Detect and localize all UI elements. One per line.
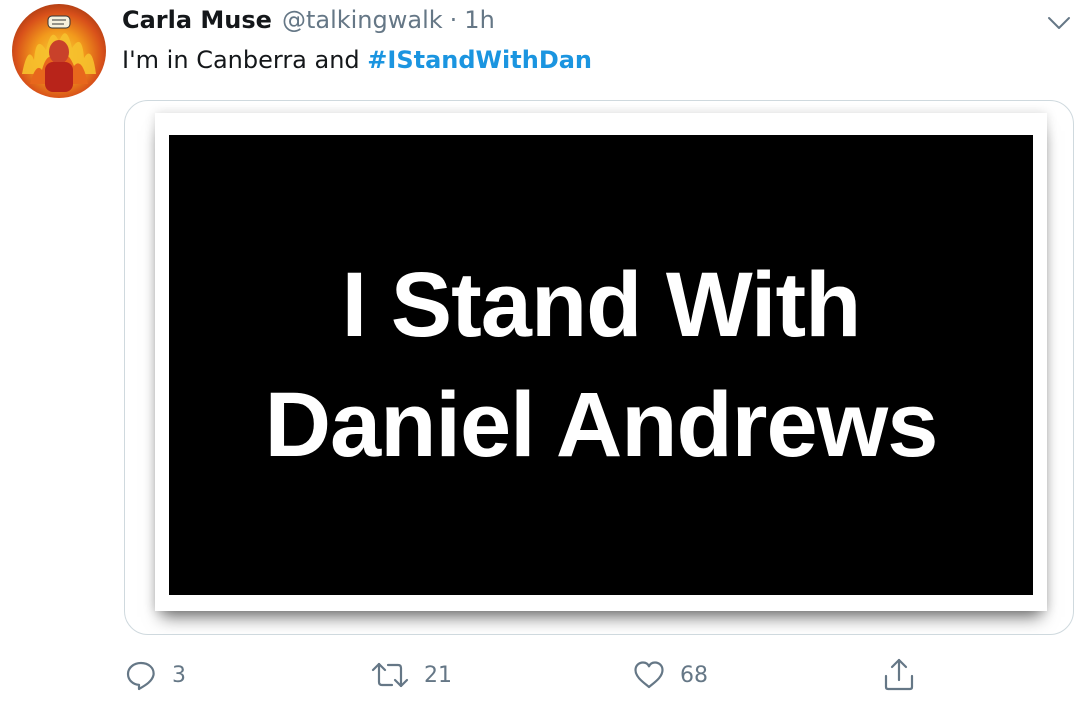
like-count: 68 (680, 662, 708, 688)
sign-text-line-2: Daniel Andrews (264, 374, 939, 476)
reply-button[interactable]: 3 (124, 652, 186, 698)
photo-frame: I Stand With Daniel Andrews (155, 113, 1047, 611)
reply-count: 3 (172, 662, 186, 688)
sign-image: I Stand With Daniel Andrews (169, 135, 1033, 595)
tweet-text-body: I'm in Canberra and (122, 46, 368, 74)
hashtag-link[interactable]: #IStandWithDan (367, 46, 592, 74)
tweet-text: I'm in Canberra and #IStandWithDan (122, 46, 592, 74)
media-card[interactable]: I Stand With Daniel Andrews (124, 100, 1074, 635)
share-icon (884, 658, 914, 691)
retweet-icon (371, 662, 409, 688)
like-button[interactable]: 68 (632, 652, 708, 698)
retweet-button[interactable]: 21 (370, 652, 452, 698)
tweet: Carla Muse @talkingwalk · 1h I'm in Canb… (0, 0, 1080, 711)
timestamp[interactable]: 1h (464, 6, 494, 34)
avatar-image (22, 15, 96, 92)
action-bar: 3 21 68 (0, 652, 1080, 702)
share-button[interactable] (880, 652, 918, 698)
sign-text-line-1: I Stand With (341, 254, 862, 356)
user-handle[interactable]: @talkingwalk (282, 6, 443, 34)
tweet-header: Carla Muse @talkingwalk · 1h (122, 6, 495, 40)
display-name[interactable]: Carla Muse (122, 6, 272, 34)
heart-icon (634, 661, 664, 689)
reply-icon (126, 661, 155, 691)
separator-dot: · (449, 6, 458, 34)
retweet-count: 21 (424, 662, 452, 688)
avatar[interactable] (12, 4, 106, 98)
chevron-down-icon[interactable] (1044, 10, 1074, 36)
